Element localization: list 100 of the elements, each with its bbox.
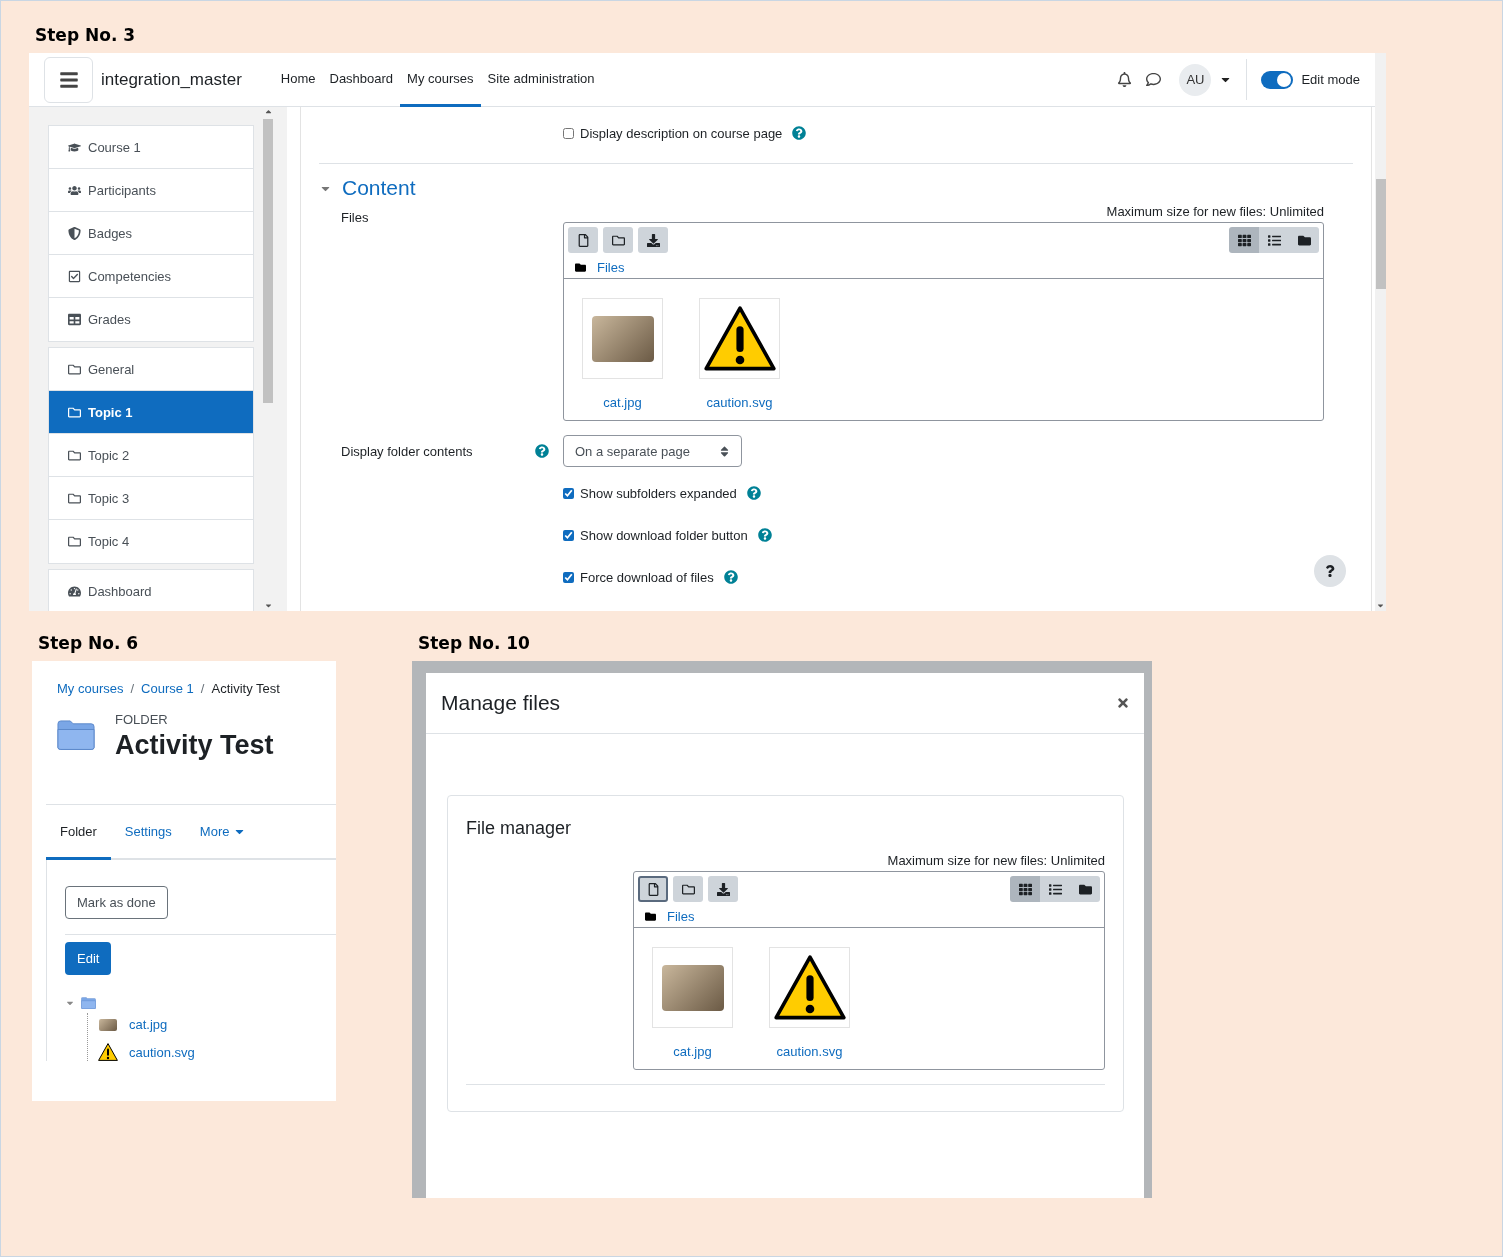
path-link[interactable]: Files [597,260,625,275]
nav-link[interactable]: Dashboard [322,53,401,107]
tab[interactable]: Folder [46,805,111,860]
edit-button[interactable]: Edit [65,942,112,975]
step-heading: Step No. 10 [418,632,531,655]
file-thumbnail[interactable] [699,298,780,379]
help-icon[interactable] [746,486,761,500]
path-link[interactable]: Files [667,909,695,924]
help-button[interactable] [1314,555,1346,587]
help-icon[interactable] [723,570,738,584]
folder-icon [68,448,81,462]
folder-icon [57,720,95,751]
file-thumbnail[interactable] [769,947,850,1028]
nav-link[interactable]: My courses [400,53,481,107]
folder-icon [81,997,96,1009]
activity-type: FOLDER [115,712,169,727]
folder-icon [645,911,656,922]
step-heading: Step No. 6 [38,632,140,655]
list-view-button[interactable] [1259,227,1289,253]
menu-icon [58,70,79,90]
create-folder-button[interactable] [603,227,633,253]
list-view-icon [1267,233,1281,247]
checkbox-icon [68,269,81,283]
help-icon[interactable] [757,528,772,542]
nav-link[interactable]: Site administration [480,53,602,107]
file-thumbnail[interactable] [582,298,663,379]
file-icon [576,233,590,247]
checkbox-label: Show subfolders expanded [580,485,737,501]
help-icon[interactable] [792,126,807,140]
user-avatar[interactable]: AU [1179,63,1212,96]
close-button[interactable] [1116,696,1130,710]
mark-done-button[interactable]: Mark as done [65,886,168,919]
photo-placeholder [661,964,724,1011]
file-link[interactable]: caution.svg [706,395,773,410]
warning-icon [773,955,846,1020]
file-link[interactable]: caution.svg [776,1044,843,1059]
site-name: integration_master [101,69,242,90]
checkbox[interactable] [563,127,574,139]
grid-view-button[interactable] [1010,876,1040,902]
question-mark-icon [1324,565,1336,577]
scroll-down-icon[interactable] [263,601,273,610]
grid-view-button[interactable] [1229,227,1259,253]
scroll-up-icon[interactable] [263,107,273,116]
download-button[interactable] [638,227,668,253]
folder-view-icon [1297,233,1311,247]
file-link[interactable]: caution.svg [129,1044,195,1060]
nav-link[interactable]: Home [273,53,323,107]
photo-placeholder [99,1018,117,1031]
scrollbar-thumb[interactable] [1375,179,1386,289]
list-view-button[interactable] [1040,876,1070,902]
folder-icon [68,491,81,505]
page-title: Activity Test [115,730,274,761]
file-link[interactable]: cat.jpg [673,1044,712,1059]
breadcrumb-separator: / [130,681,135,696]
modal-title: Manage files [441,691,561,715]
warning-icon [98,1043,118,1061]
scrollbar[interactable] [1375,53,1386,611]
breadcrumb-link[interactable]: Course 1 [141,681,194,696]
file-link[interactable]: cat.jpg [603,395,642,410]
edit-mode-switch[interactable] [1261,70,1294,89]
grid-view-icon [1237,233,1251,247]
step-heading: Step No. 3 [35,24,137,47]
gauge-icon [68,585,81,598]
select-field[interactable]: On a separate page [563,435,742,467]
edit-mode-label: Edit mode [1301,72,1360,87]
course-index-item[interactable]: Topic 1 [49,391,253,434]
menu-button[interactable] [44,57,93,103]
file-link[interactable]: cat.jpg [129,1017,168,1032]
help-icon[interactable] [535,444,549,458]
folder-view-button[interactable] [1289,227,1319,253]
warning-icon [703,306,776,371]
max-size-note: Maximum size for new files: Unlimited [1106,204,1324,219]
field-label: Files [341,209,370,225]
card-title: File manager [466,818,573,839]
folder-icon [611,233,625,247]
folder-view-icon [1078,882,1092,896]
checkbox[interactable] [563,529,574,541]
folder-icon [68,362,81,376]
scroll-down-icon[interactable] [1376,601,1385,610]
scrollbar-thumb[interactable] [263,119,273,403]
folder-icon [68,405,81,419]
add-file-button[interactable] [638,876,668,902]
breadcrumb-link[interactable]: My courses [57,681,124,696]
file-thumbnail[interactable] [652,947,733,1028]
download-button[interactable] [708,876,738,902]
create-folder-button[interactable] [673,876,703,902]
table-icon [68,313,81,326]
section-title[interactable]: Content [342,176,416,200]
tab[interactable]: Settings [110,805,186,860]
sort-arrows-icon [718,444,731,458]
checkbox-label: Show download folder button [580,527,748,543]
file-icon [646,882,660,896]
checkbox[interactable] [563,571,574,583]
checkbox[interactable] [563,487,574,499]
list-view-icon [1048,882,1062,896]
add-file-button[interactable] [568,227,598,253]
tab[interactable]: More [185,805,261,860]
folder-view-button[interactable] [1070,876,1100,902]
max-size-note: Maximum size for new files: Unlimited [887,853,1105,868]
current-page-label: Activity Test [211,681,280,696]
